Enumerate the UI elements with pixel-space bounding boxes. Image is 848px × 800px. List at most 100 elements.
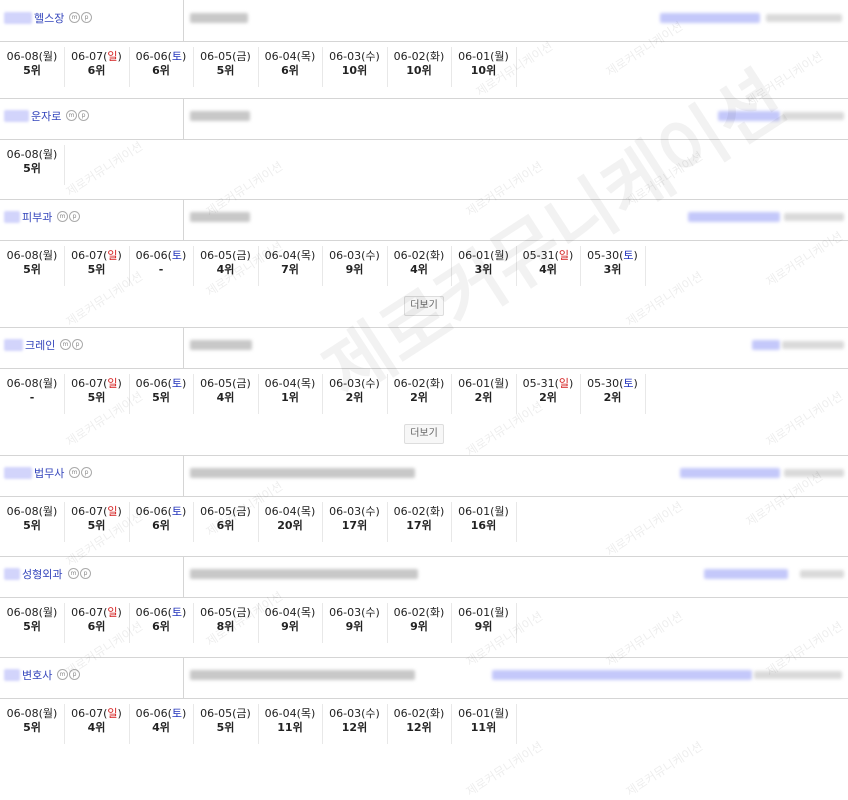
redacted-url — [190, 340, 252, 350]
rank-value: 6위 — [281, 64, 299, 77]
rank-date-day: 06-06 — [135, 377, 168, 390]
rank-weekday: 목 — [300, 249, 312, 262]
rank-date-day: 06-05 — [200, 377, 233, 390]
rank-weekday: 월 — [42, 50, 54, 63]
section-divider — [0, 455, 848, 456]
rank-value: - — [158, 263, 164, 276]
rank-cell: 05-31(일) 2위 — [516, 374, 581, 414]
rank-weekday: 토 — [171, 249, 183, 262]
rank-cell: 06-05(금) 5위 — [194, 704, 259, 744]
redacted-prefix — [4, 669, 20, 681]
pc-icon[interactable]: p — [80, 568, 91, 579]
pc-icon[interactable]: p — [81, 12, 92, 23]
pc-icon[interactable]: p — [78, 110, 89, 121]
rank-date-day: 06-06 — [135, 50, 168, 63]
rank-date-day: 06-03 — [329, 606, 362, 619]
mobile-icon[interactable]: m — [69, 12, 80, 23]
mobile-icon[interactable]: m — [57, 669, 68, 680]
rank-value: 5위 — [23, 620, 41, 633]
rank-date: 06-08(월) — [6, 707, 58, 720]
keyword-header-row: 성형외과 m p — [0, 556, 848, 598]
rank-date-day: 06-02 — [393, 606, 426, 619]
rank-value: 6위 — [87, 620, 106, 633]
rank-date-day: 06-06 — [135, 505, 168, 518]
rank-date-day: 06-03 — [329, 377, 362, 390]
rank-weekday: 월 — [494, 50, 505, 63]
rank-date: 06-06(토) — [135, 249, 187, 262]
keyword-name[interactable]: 변호사 — [22, 667, 52, 683]
redacted-meta — [754, 671, 842, 679]
rank-date-day: 06-04 — [264, 606, 297, 619]
rank-cell: 06-03(수) 12위 — [323, 704, 388, 744]
rank-date: 05-30(토) — [587, 377, 638, 390]
rank-value: 9위 — [410, 620, 428, 633]
rank-cell: 06-01(월) 16위 — [452, 502, 517, 542]
keyword-name[interactable]: 헬스장 — [34, 10, 64, 26]
section-divider — [0, 98, 848, 99]
rank-weekday: 월 — [494, 249, 505, 262]
keyword-cell: 운자로 m p — [0, 98, 184, 139]
mobile-icon[interactable]: m — [66, 110, 77, 121]
redacted-link — [688, 212, 780, 222]
rank-date-day: 06-03 — [329, 249, 362, 262]
keyword-name[interactable]: 법무사 — [34, 465, 64, 481]
rank-date-day: 06-02 — [393, 50, 426, 63]
rank-weekday: 목 — [300, 707, 312, 720]
rank-value: 9위 — [345, 263, 364, 276]
more-button[interactable]: 더보기 — [404, 296, 444, 316]
rank-date: 06-02(화) — [393, 505, 445, 518]
mobile-icon[interactable]: m — [69, 467, 80, 478]
rank-weekday: 목 — [300, 50, 312, 63]
mobile-icon[interactable]: m — [57, 211, 68, 222]
mobile-pc-icons: mp — [57, 211, 81, 224]
pc-icon[interactable]: p — [81, 467, 92, 478]
keyword-name[interactable]: 크레인 — [25, 337, 55, 353]
mobile-icon[interactable]: m — [68, 568, 79, 579]
rank-value: 16위 — [470, 519, 497, 532]
rank-cell: 06-04(목) 7위 — [258, 246, 323, 286]
rank-cell: 06-08(월) - — [0, 374, 65, 414]
redacted-meta — [782, 341, 844, 349]
redacted-link — [680, 468, 780, 478]
pc-icon[interactable]: p — [69, 669, 80, 680]
rank-weekday: 금 — [236, 377, 247, 390]
rank-date-day: 06-03 — [329, 50, 362, 63]
rank-date-day: 06-08 — [6, 377, 39, 390]
rank-date-day: 06-07 — [71, 249, 104, 262]
pc-icon[interactable]: p — [72, 339, 83, 350]
watermark-small-text: 제로커뮤니케이션 — [63, 138, 146, 199]
rank-weekday: 수 — [365, 377, 376, 390]
rank-date: 06-01(월) — [458, 505, 509, 518]
keyword-name[interactable]: 운자로 — [31, 108, 61, 124]
rank-value: 5위 — [87, 391, 106, 404]
redacted-meta — [800, 570, 844, 578]
rank-value: 6위 — [152, 519, 170, 532]
keyword-name[interactable]: 피부과 — [22, 209, 52, 225]
rank-date: 06-03(수) — [329, 249, 380, 262]
rank-date-day: 06-08 — [6, 249, 39, 262]
rank-date-day: 06-07 — [71, 606, 104, 619]
rank-value: 6위 — [152, 620, 170, 633]
section-divider — [0, 556, 848, 557]
rank-date-day: 05-30 — [587, 249, 620, 262]
rank-date: 06-06(토) — [135, 505, 187, 518]
rank-cell: 06-06(토) 5위 — [129, 374, 194, 414]
rank-value: 5위 — [23, 263, 41, 276]
rank-value: 5위 — [23, 162, 41, 175]
redacted-prefix — [4, 211, 20, 223]
rank-weekday: 월 — [42, 707, 54, 720]
rank-date: 06-05(금) — [200, 707, 251, 720]
more-button[interactable]: 더보기 — [404, 424, 444, 444]
rank-date-day: 06-05 — [200, 707, 233, 720]
rank-value: 11위 — [470, 721, 497, 734]
rank-value: 6위 — [216, 519, 235, 532]
rank-cell: 06-04(목) 9위 — [258, 603, 323, 643]
mobile-icon[interactable]: m — [60, 339, 71, 350]
pc-icon[interactable]: p — [69, 211, 80, 222]
rank-date: 05-31(일) — [522, 249, 574, 262]
rank-cell: 06-03(수) 9위 — [323, 603, 388, 643]
rank-value: 2위 — [603, 391, 622, 404]
keyword-name[interactable]: 성형외과 — [22, 566, 62, 582]
rank-weekday: 화 — [429, 249, 441, 262]
rank-cell: 06-08(월) 5위 — [0, 246, 65, 286]
